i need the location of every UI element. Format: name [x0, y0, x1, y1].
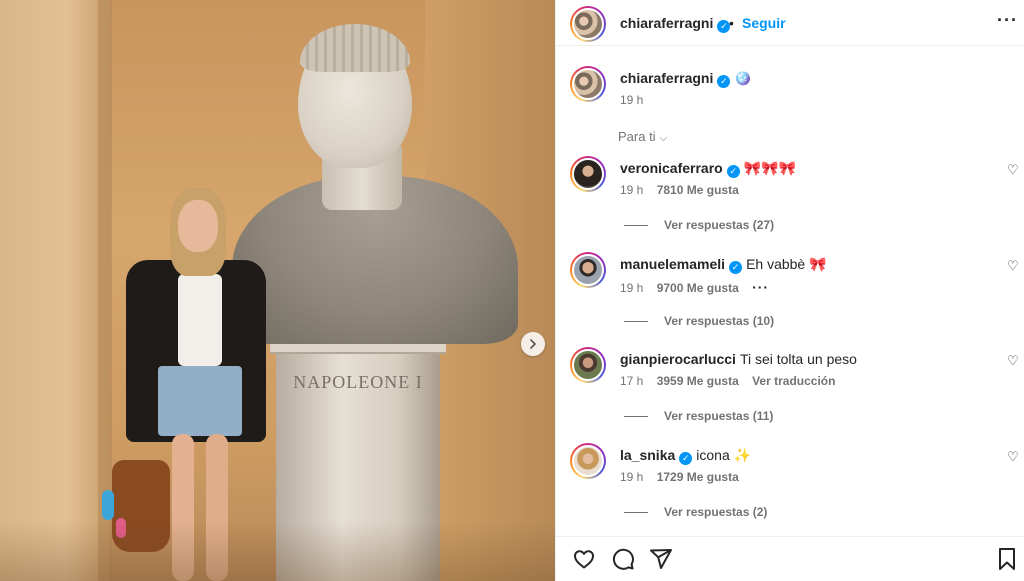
comment-meta: 19 h 1729 Me gusta [620, 470, 749, 484]
comment-username[interactable]: la_snika [620, 447, 675, 463]
comment-item: manuelemameli ✓ Eh vabbè 🎀 19 h 9700 Me gu… [556, 252, 1024, 348]
person-face [178, 200, 218, 252]
avatar[interactable] [570, 156, 606, 192]
avatar[interactable] [570, 252, 606, 288]
bag-charm [102, 490, 114, 520]
replies-divider [624, 416, 648, 418]
comment-time: 19 h [620, 470, 644, 484]
replies-label: Ver respuestas (10) [664, 314, 775, 328]
avatar[interactable] [570, 347, 606, 383]
avatar[interactable] [570, 66, 606, 102]
post-header: chiaraferragni ✓ • Seguir ··· [556, 0, 1024, 46]
replies-divider [624, 512, 648, 514]
header-username[interactable]: chiaraferragni ✓ [620, 15, 731, 33]
comment-text: veronicaferraro ✓ 🎀🎀🎀 [620, 160, 796, 178]
caption-emoji: 🪩 [734, 70, 752, 86]
comment-meta: 17 h 3959 Me gusta Ver traducción [620, 374, 845, 388]
separator-dot: • [729, 15, 734, 31]
statue-hair [300, 24, 410, 72]
bookmark-icon[interactable] [997, 547, 1017, 571]
floor-shadow [0, 521, 555, 581]
comment-likes[interactable]: 3959 Me gusta [657, 374, 739, 388]
post-photo[interactable]: NAPOLEONE I [0, 0, 555, 581]
more-options-icon[interactable]: ··· [997, 10, 1018, 31]
comment-body: icona ✨ [696, 447, 752, 463]
verified-badge-icon: ✓ [717, 75, 731, 88]
username-text[interactable]: chiaraferragni [620, 70, 713, 86]
sort-label: Para ti [618, 129, 656, 144]
replies-label: Ver respuestas (11) [664, 409, 774, 423]
comment-text: gianpierocarlucci Ti sei tolta un peso [620, 351, 857, 367]
replies-label: Ver respuestas (27) [664, 218, 775, 232]
caption-time: 19 h [620, 93, 644, 107]
like-heart-icon[interactable]: ♡ [1007, 162, 1019, 178]
like-heart-icon[interactable]: ♡ [1007, 353, 1019, 369]
person-top [178, 274, 222, 366]
heart-icon[interactable] [572, 547, 596, 571]
replies-divider [624, 321, 648, 323]
comment-time: 19 h [620, 183, 644, 197]
replies-divider [624, 225, 648, 227]
post-action-bar [556, 536, 1024, 581]
share-icon[interactable] [649, 547, 673, 571]
comment-item: la_snika ✓ icona ✨ 19 h 1729 Me gusta ♡ Ve… [556, 443, 1024, 539]
replies-label: Ver respuestas (2) [664, 505, 768, 519]
pedestal-inscription: NAPOLEONE I [293, 372, 423, 392]
comment-likes[interactable]: 9700 Me gusta [657, 281, 739, 295]
comment-body: 🎀🎀🎀 [743, 160, 797, 176]
verified-badge-icon: ✓ [726, 165, 740, 178]
comment-time: 19 h [620, 281, 644, 295]
follow-button[interactable]: Seguir [742, 15, 786, 31]
comment-body: Eh vabbè 🎀 [746, 256, 827, 272]
comment-username[interactable]: gianpierocarlucci [620, 351, 736, 367]
comment-icon[interactable] [611, 547, 635, 571]
avatar[interactable] [570, 6, 606, 42]
comment-body: Ti sei tolta un peso [739, 351, 857, 367]
verified-badge-icon: ✓ [729, 261, 743, 274]
view-replies-button[interactable]: Ver respuestas (10) [624, 314, 774, 328]
comment-username[interactable]: manuelemameli [620, 256, 725, 272]
see-translation-link[interactable]: Ver traducción [752, 374, 835, 388]
like-heart-icon[interactable]: ♡ [1007, 449, 1019, 465]
wall-arch [0, 0, 110, 581]
next-photo-button[interactable] [521, 332, 545, 356]
like-heart-icon[interactable]: ♡ [1007, 258, 1019, 274]
comment-item: gianpierocarlucci Ti sei tolta un peso 17… [556, 347, 1024, 443]
comment-item: veronicaferraro ✓ 🎀🎀🎀 19 h 7810 Me gusta ♡… [556, 156, 1024, 252]
comment-text: manuelemameli ✓ Eh vabbè 🎀 [620, 256, 827, 274]
comment-meta: 19 h 9700 Me gusta ··· [620, 279, 779, 295]
avatar[interactable] [570, 443, 606, 479]
comment-options-icon[interactable]: ··· [752, 279, 769, 295]
view-replies-button[interactable]: Ver respuestas (11) [624, 409, 773, 423]
post-side-panel: chiaraferragni ✓ • Seguir ··· chiaraferra… [555, 0, 1024, 581]
username-text[interactable]: chiaraferragni [620, 15, 713, 31]
verified-badge-icon: ✓ [679, 452, 693, 465]
view-replies-button[interactable]: Ver respuestas (2) [624, 505, 767, 519]
chevron-down-icon: ⌵ [659, 133, 668, 144]
view-replies-button[interactable]: Ver respuestas (27) [624, 218, 774, 232]
comment-username[interactable]: veronicaferraro [620, 160, 723, 176]
comment-likes[interactable]: 7810 Me gusta [657, 183, 739, 197]
comment-likes[interactable]: 1729 Me gusta [657, 470, 739, 484]
chevron-right-icon [530, 339, 537, 349]
comment-text: la_snika ✓ icona ✨ [620, 447, 751, 465]
comment-time: 17 h [620, 374, 644, 388]
comment-meta: 19 h 7810 Me gusta [620, 183, 749, 197]
comment-sort-dropdown[interactable]: Para ti ⌵ [618, 129, 667, 144]
caption-username[interactable]: chiaraferragni ✓ 🪩 [620, 70, 752, 88]
person-skirt [158, 366, 242, 436]
